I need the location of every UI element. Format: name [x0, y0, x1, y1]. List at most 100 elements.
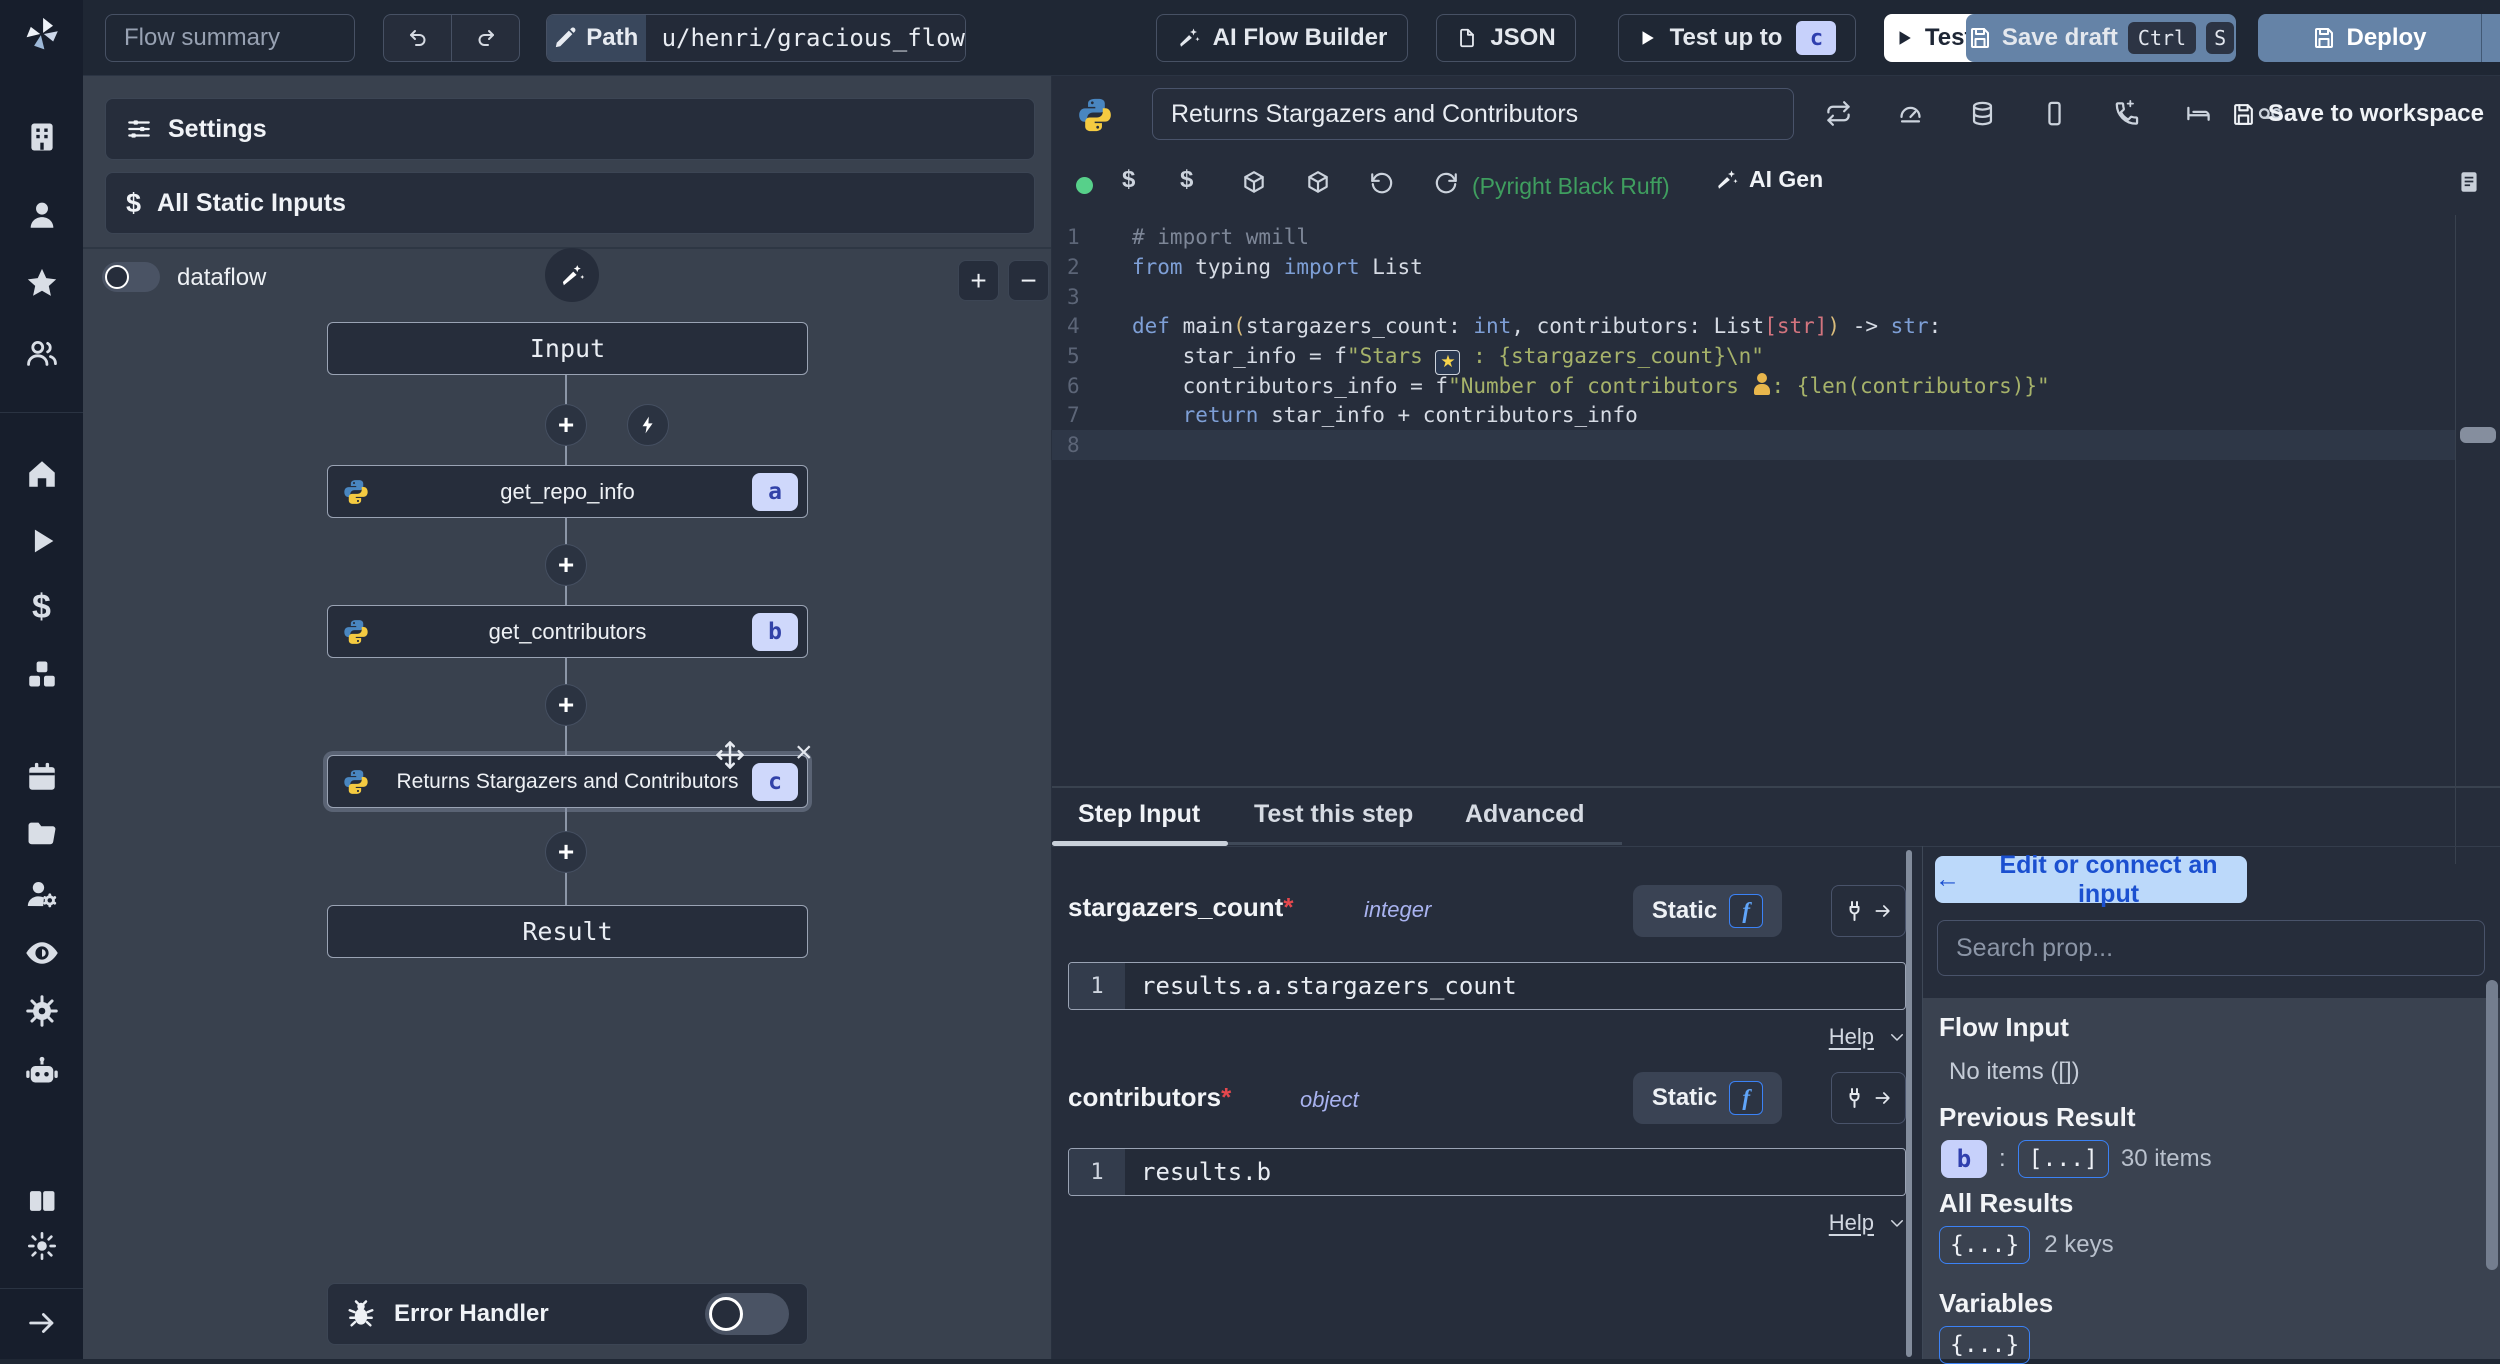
play-icon[interactable] [0, 524, 83, 558]
rotate-ccw-icon[interactable] [1369, 170, 1395, 196]
ai-gen-button[interactable]: AI Gen [1715, 166, 1823, 193]
code-scrollbar-thumb[interactable] [2460, 427, 2496, 443]
phone-icon[interactable] [2113, 100, 2140, 127]
arrow-right-icon[interactable] [0, 1306, 83, 1340]
path-value[interactable]: u/henri/gracious_flow [645, 15, 965, 61]
line-number: 4 [1067, 314, 1080, 338]
step-node-a[interactable]: get_repo_info a [327, 465, 808, 518]
users-icon[interactable] [0, 336, 83, 370]
chevron-down-icon[interactable] [1888, 1214, 1906, 1232]
ai-wand-button[interactable] [545, 248, 599, 302]
gauge-icon[interactable] [1897, 100, 1924, 127]
add-step-button[interactable]: + [545, 404, 587, 446]
field-type: integer [1364, 897, 1432, 922]
edit-or-connect-button[interactable]: ← Edit or connect an input [1935, 851, 2247, 908]
fields-scrollbar-thumb[interactable] [1906, 850, 1912, 1357]
dollar-icon[interactable]: $ [1122, 166, 1135, 194]
static-mode-toggle[interactable]: Static f [1633, 1072, 1782, 1124]
search-prop-input[interactable] [1937, 920, 2485, 976]
user-icon[interactable] [0, 198, 83, 232]
user-cog-icon[interactable] [0, 877, 83, 911]
code-line-5: star_info = f"Stars ★ : {stargazers_coun… [1132, 341, 1764, 375]
star-icon[interactable] [0, 266, 83, 300]
static-mode-toggle[interactable]: Static f [1633, 885, 1782, 937]
result-key-badge[interactable]: b [1941, 1140, 1987, 1178]
test-up-to-button[interactable]: Test up to c [1618, 14, 1856, 62]
save-to-workspace-button[interactable]: Save to workspace [2231, 76, 2484, 152]
redo-button[interactable] [452, 15, 519, 61]
connect-scrollbar-thumb[interactable] [2486, 980, 2498, 1270]
deploy-dropdown-button[interactable] [2481, 14, 2500, 62]
connect-input-button[interactable] [1831, 1072, 1906, 1124]
calendar-icon[interactable] [0, 760, 83, 794]
json-button[interactable]: JSON [1436, 14, 1576, 62]
dollar-icon[interactable]: $ [0, 588, 83, 627]
chevron-down-icon[interactable] [1888, 1028, 1906, 1046]
tab-step-input[interactable]: Step Input [1078, 800, 1200, 829]
library-icon[interactable] [2456, 169, 2482, 195]
flow-settings-button[interactable]: Settings [105, 98, 1035, 160]
current-line-highlight [1052, 430, 2455, 460]
move-node-handle[interactable] [715, 740, 745, 770]
add-step-button[interactable]: + [545, 831, 587, 873]
error-handler-node[interactable]: Error Handler [327, 1283, 808, 1345]
connect-input-button[interactable] [1831, 885, 1906, 937]
undo-button[interactable] [384, 15, 452, 61]
variables-row[interactable]: {...} [1939, 1326, 2031, 1364]
mobile-icon[interactable] [2041, 100, 2068, 127]
package-icon[interactable] [1305, 170, 1331, 196]
step-node-b[interactable]: get_contributors b [327, 605, 808, 658]
package-icon[interactable] [1241, 170, 1267, 196]
all-static-inputs-button[interactable]: $ All Static Inputs [105, 172, 1035, 234]
sun-icon[interactable] [0, 1230, 83, 1262]
all-results-row[interactable]: {...} 2 keys [1939, 1226, 2114, 1264]
lint-status[interactable]: (Pyright Black Ruff) [1472, 173, 1670, 200]
result-node[interactable]: Result [327, 905, 808, 958]
function-icon[interactable]: f [1729, 894, 1764, 928]
expr-input[interactable]: 1 results.b [1068, 1148, 1906, 1196]
add-step-button[interactable]: + [545, 544, 587, 586]
gear-icon[interactable] [0, 993, 83, 1029]
code-scrollbar[interactable] [2455, 215, 2500, 864]
dollar-icon[interactable]: $ [1180, 166, 1193, 194]
refresh-icon[interactable] [1433, 170, 1459, 196]
cubes-icon[interactable] [0, 658, 83, 692]
tab-test-this-step[interactable]: Test this step [1254, 800, 1413, 829]
function-icon[interactable]: f [1729, 1081, 1764, 1115]
tab-advanced[interactable]: Advanced [1465, 800, 1584, 829]
windmill-logo[interactable] [0, 12, 83, 56]
flow-summary-input[interactable] [105, 14, 355, 62]
eye-icon[interactable] [0, 935, 83, 971]
repeat-icon[interactable] [1825, 100, 1852, 127]
deploy-split-button: Deploy [2258, 14, 2500, 62]
line-number: 1 [1067, 225, 1080, 249]
books-icon[interactable] [0, 1184, 83, 1218]
object-expand-chip[interactable]: {...} [1939, 1326, 2031, 1364]
code-editor[interactable]: 1 2 3 4 5 6 7 8 # import wmill from typi… [1052, 215, 2500, 864]
deploy-button[interactable]: Deploy [2258, 14, 2481, 62]
add-step-button[interactable]: + [545, 684, 587, 726]
folder-icon[interactable] [0, 817, 83, 851]
array-expand-chip[interactable]: [...] [2017, 1140, 2109, 1178]
ai-flow-builder-button[interactable]: AI Flow Builder [1156, 14, 1408, 62]
save-draft-button[interactable]: Save draft Ctrl S [1966, 14, 2236, 62]
path-edit-button[interactable]: Path [547, 15, 646, 61]
expr-input[interactable]: 1 results.a.stargazers_count [1068, 962, 1906, 1010]
help-link[interactable]: Help [1829, 1024, 1874, 1050]
help-link[interactable]: Help [1829, 1210, 1874, 1236]
database-icon[interactable] [1969, 100, 1996, 127]
previous-result-row[interactable]: b : [...] 30 items [1941, 1140, 2212, 1178]
home-icon[interactable] [0, 457, 83, 491]
trigger-bolt-button[interactable] [627, 404, 669, 446]
input-node[interactable]: Input [327, 322, 808, 375]
error-handler-toggle[interactable] [705, 1293, 789, 1335]
zoom-out-button[interactable]: − [1008, 260, 1049, 301]
zoom-in-button[interactable]: + [958, 260, 999, 301]
sleep-icon[interactable] [2185, 100, 2212, 127]
bot-icon[interactable] [0, 1054, 83, 1090]
dataflow-toggle[interactable] [102, 262, 160, 292]
object-expand-chip[interactable]: {...} [1939, 1226, 2031, 1264]
close-icon[interactable]: × [795, 736, 813, 770]
step-name-input[interactable] [1152, 88, 1794, 140]
building-icon[interactable] [0, 120, 83, 154]
